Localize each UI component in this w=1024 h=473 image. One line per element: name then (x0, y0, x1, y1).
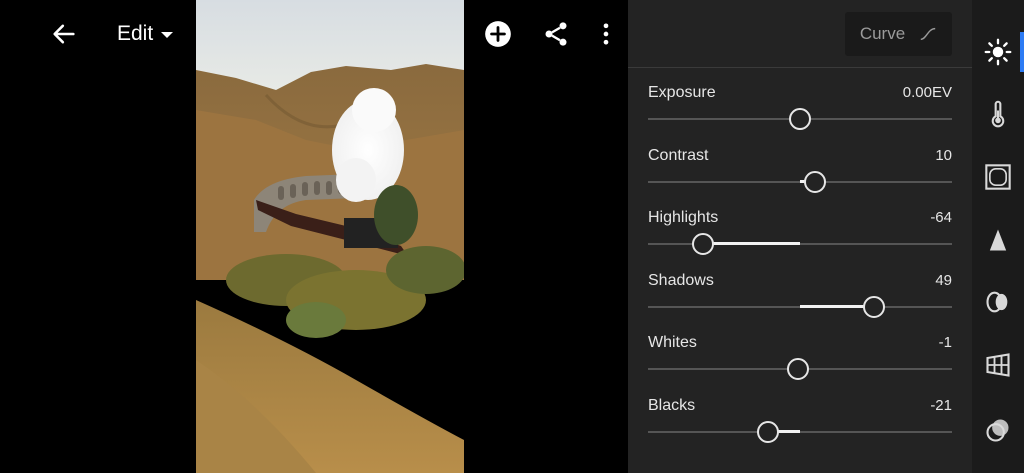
shadows-label: Shadows (648, 271, 714, 289)
highlights-slider-fill (702, 242, 800, 246)
highlights-value[interactable]: -64 (930, 209, 952, 226)
more-vertical-icon[interactable] (592, 20, 620, 48)
exposure-value[interactable]: 0.00EV (903, 84, 952, 101)
highlights-slider-thumb[interactable] (691, 233, 714, 256)
arrow-left-icon[interactable] (50, 20, 78, 48)
blacks-label: Blacks (648, 397, 696, 414)
slider-contrast[interactable]: Contrast 10 (648, 147, 952, 197)
detail-icon[interactable] (984, 226, 1012, 254)
slider-highlights[interactable]: Highlights -64 (648, 209, 952, 259)
contrast-value[interactable]: 10 (935, 147, 952, 164)
slider-blacks[interactable]: Blacks -21 (648, 397, 952, 447)
curve-button[interactable]: Curve (845, 12, 952, 56)
exposure-label: Exposure (648, 84, 716, 101)
curve-button-label: Curve (859, 24, 906, 43)
slider-exposure[interactable]: Exposure 0.00EV (648, 84, 952, 134)
slider-shadows[interactable]: Shadows 49 (648, 272, 952, 322)
adjustment-panel: Curve Exposure 0.00EV Contrast 10 Highlights… (628, 0, 972, 473)
blacks-slider-track[interactable] (648, 431, 952, 433)
share-icon[interactable] (542, 20, 570, 48)
edit-menu-label: Edit (117, 22, 154, 45)
optics-icon[interactable] (984, 288, 1012, 316)
shadows-value[interactable]: 49 (935, 272, 952, 289)
blacks-slider-thumb[interactable] (757, 421, 780, 443)
photo-preview[interactable] (196, 0, 464, 473)
contrast-label: Contrast (648, 146, 709, 164)
color-temperature-icon[interactable] (984, 100, 1012, 128)
panel-header: Curve (628, 0, 972, 68)
highlights-label: Highlights (648, 209, 719, 227)
whites-value[interactable]: -1 (939, 334, 952, 351)
chevron-down-icon (161, 32, 174, 38)
tool-rail (972, 0, 1024, 473)
whites-slider-thumb[interactable] (787, 358, 810, 381)
curve-icon (920, 27, 936, 41)
mixer-icon[interactable] (984, 416, 1012, 444)
blacks-value[interactable]: -21 (930, 397, 952, 414)
light-icon[interactable] (984, 38, 1012, 66)
exposure-slider-thumb[interactable] (789, 108, 811, 130)
active-tool-indicator (1020, 32, 1024, 72)
effects-icon[interactable] (984, 163, 1012, 191)
shadows-slider-thumb[interactable] (863, 295, 886, 318)
edit-menu-dropdown[interactable]: Edit (117, 20, 174, 48)
slider-whites[interactable]: Whites -1 (648, 334, 952, 384)
add-icon[interactable] (484, 20, 512, 48)
contrast-slider-thumb[interactable] (804, 170, 827, 193)
whites-label: Whites (648, 334, 697, 352)
geometry-icon[interactable] (984, 351, 1012, 379)
